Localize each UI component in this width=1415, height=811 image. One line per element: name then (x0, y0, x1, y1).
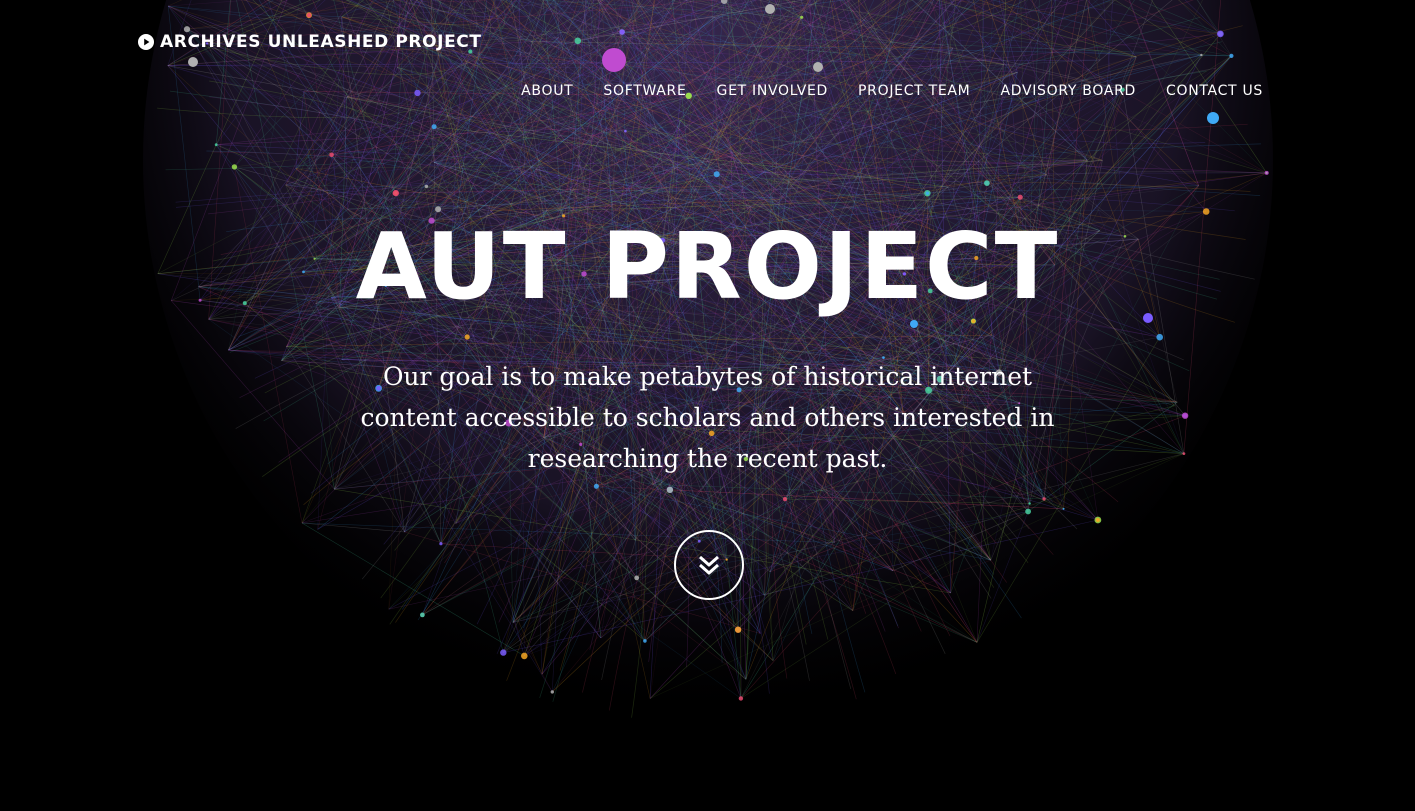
double-chevron-down-icon (699, 555, 719, 575)
hero-description: Our goal is to make petabytes of histori… (360, 362, 1055, 473)
main-nav: ABOUT SOFTWARE GET INVOLVED PROJECT TEAM… (521, 82, 1263, 100)
nav-item-advisory-board: ADVISORY BOARD (1000, 82, 1136, 100)
nav-item-project-team: PROJECT TEAM (858, 82, 970, 100)
brand-link[interactable]: ARCHIVES UNLEASHED PROJECT (138, 32, 482, 52)
play-circle-icon (138, 34, 154, 50)
nav-item-software: SOFTWARE (603, 82, 686, 100)
nav-item-get-involved: GET INVOLVED (717, 82, 829, 100)
nav-item-contact-us: CONTACT US (1166, 82, 1263, 100)
nav-link-about[interactable]: ABOUT (521, 83, 573, 99)
scroll-down-button[interactable] (674, 530, 744, 600)
brand-title: ARCHIVES UNLEASHED PROJECT (160, 32, 482, 52)
hero-title: AUT PROJECT (355, 213, 1060, 320)
nav-link-advisory-board[interactable]: ADVISORY BOARD (1000, 83, 1136, 99)
nav-link-project-team[interactable]: PROJECT TEAM (858, 83, 970, 99)
nav-link-contact-us[interactable]: CONTACT US (1166, 83, 1263, 99)
nav-link-software[interactable]: SOFTWARE (603, 83, 686, 99)
nav-item-about: ABOUT (521, 82, 573, 100)
nav-link-get-involved[interactable]: GET INVOLVED (717, 83, 829, 99)
